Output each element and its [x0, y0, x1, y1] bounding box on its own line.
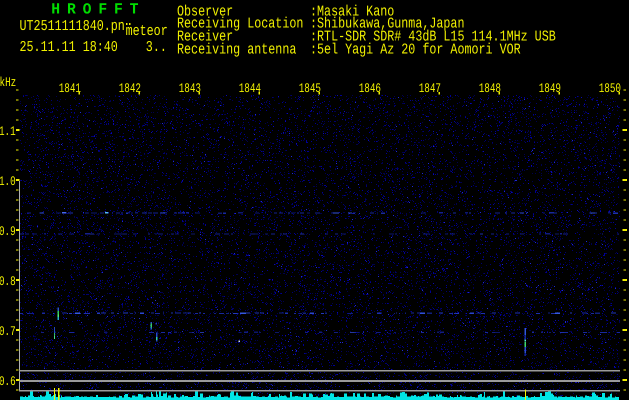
svg-text:25.11.11 18:40: 25.11.11 18:40 [20, 39, 118, 56]
svg-text:1846: 1846 [359, 81, 381, 96]
svg-text:1841: 1841 [59, 81, 81, 96]
svg-text:1844: 1844 [239, 81, 261, 96]
svg-text:kHz: kHz [0, 75, 16, 90]
svg-text:1.1: 1.1 [0, 124, 16, 139]
svg-text:1847: 1847 [419, 81, 441, 96]
svg-text:0.7: 0.7 [0, 324, 16, 339]
svg-text:0.8: 0.8 [0, 274, 16, 289]
svg-text::5el Yagi Az 20 for Aomori VOR: :5el Yagi Az 20 for Aomori VOR [310, 42, 521, 59]
svg-text:HROFFT: HROFFT [51, 0, 145, 18]
svg-text:UT2511111840.pn: UT2511111840.pn [20, 18, 125, 35]
svg-text:Receiving antenna: Receiving antenna [177, 42, 296, 59]
svg-text:1843: 1843 [179, 81, 201, 96]
svg-text:1849: 1849 [539, 81, 561, 96]
svg-text:1850: 1850 [599, 81, 621, 96]
svg-text:1845: 1845 [299, 81, 321, 96]
svg-text:meteor: meteor [126, 23, 168, 40]
svg-text:0.9: 0.9 [0, 224, 16, 239]
svg-text:1.0: 1.0 [0, 174, 16, 189]
svg-text:3..: 3.. [146, 39, 167, 56]
svg-text:1842: 1842 [119, 81, 141, 96]
svg-text:1848: 1848 [479, 81, 501, 96]
svg-text:0.6: 0.6 [0, 374, 16, 389]
